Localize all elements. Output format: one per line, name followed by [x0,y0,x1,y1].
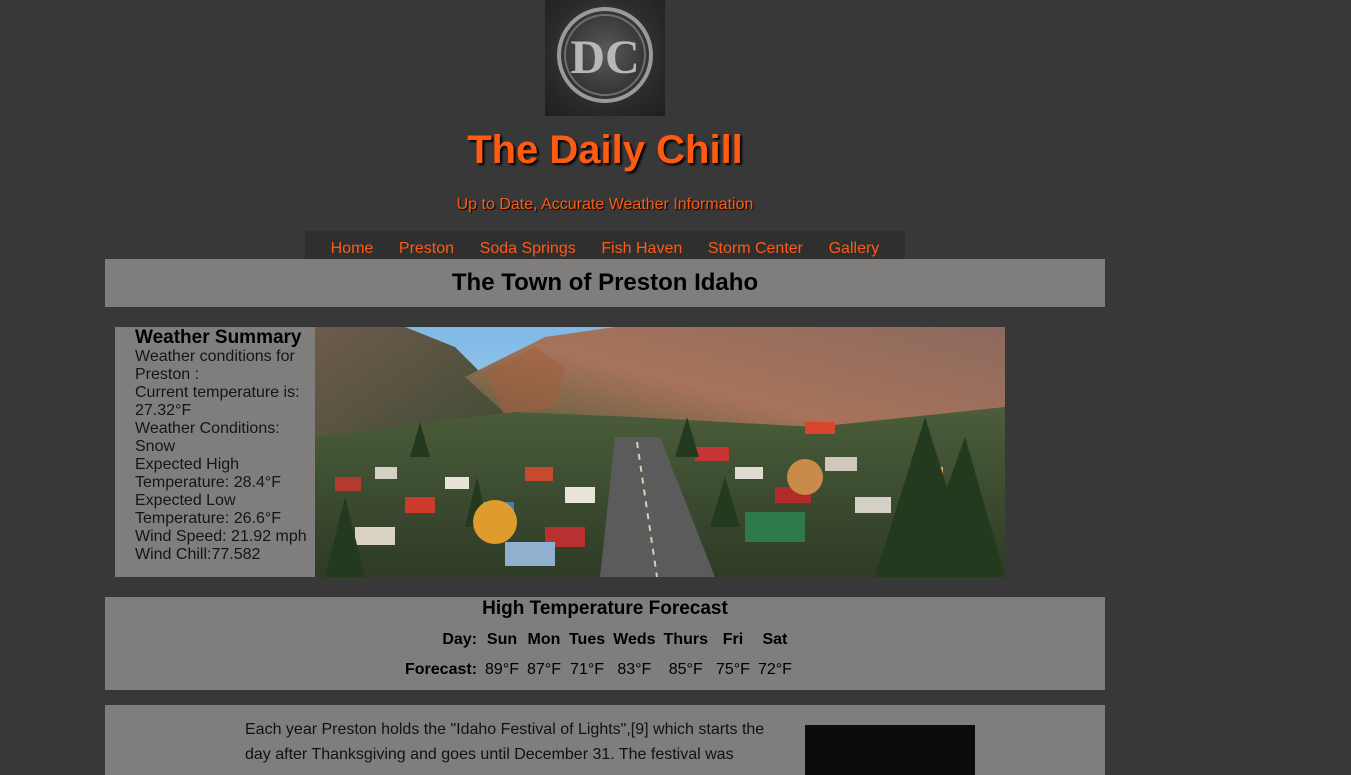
festival-image [805,725,975,775]
summary-line: Weather Conditions: Snow [135,420,280,455]
forecast-day: Tues [568,631,606,648]
summary-line: Weather conditions for Preston : [135,348,295,383]
forecast-label: Forecast: [405,661,478,678]
forecast-day: Mon [527,631,561,648]
nav-gallery[interactable]: Gallery [829,240,880,259]
forecast-temp: 83°F [617,661,652,678]
town-photo [315,327,1005,577]
forecast-temp: 89°F [485,661,519,678]
forecast-day: Weds [613,631,656,648]
logo-lettering: DC [570,31,639,84]
nav-fish-haven[interactable]: Fish Haven [601,240,682,259]
nav-home[interactable]: Home [331,240,374,259]
forecast-day: Sun [486,631,518,648]
site-title: The Daily Chill [467,128,743,172]
summary-line: Expected High Temperature: 28.4°F [135,456,282,491]
article-section: Each year Preston holds the "Idaho Festi… [105,705,1105,775]
forecast-day: Sat [762,631,788,648]
forecast-temp: 75°F [715,661,750,678]
forecast-panel: High Temperature Forecast Day: Sun Mon T… [105,597,1105,690]
main-nav: Home Preston Soda Springs Fish Haven Sto… [305,231,905,259]
forecast-title: High Temperature Forecast [482,598,728,619]
forecast-temps-row: Forecast: 89°F 87°F 71°F 83°F 85°F 75°F … [403,655,794,685]
article-text: Each year Preston holds the "Idaho Festi… [245,721,765,763]
forecast-temp: 71°F [570,661,605,678]
summary-line: Wind Chill:77.582 [135,546,261,563]
day-label: Day: [442,631,478,648]
nav-storm-center[interactable]: Storm Center [708,240,803,259]
weather-summary-title: Weather Summary [135,327,302,348]
summary-line: Wind Speed: 21.92 mph [135,528,307,545]
forecast-days-row: Day: Sun Mon Tues Weds Thurs Fri Sat [403,625,794,655]
forecast-temp: 85°F [668,661,703,678]
forecast-temp: 87°F [527,661,561,678]
weather-summary-panel: Weather Summary Weather conditions for P… [115,327,315,577]
forecast-day: Thurs [663,631,708,648]
site-logo[interactable]: DC [545,0,665,116]
forecast-table: Day: Sun Mon Tues Weds Thurs Fri Sat For… [399,625,798,685]
summary-line: Current temperature is: 27.32°F [135,384,300,419]
nav-soda-springs[interactable]: Soda Springs [480,240,576,259]
dc-logo-icon: DC [557,7,653,103]
forecast-day: Fri [722,631,744,648]
nav-preston[interactable]: Preston [399,240,454,259]
forecast-temp: 72°F [757,661,792,678]
page-heading: The Town of Preston Idaho [105,259,1105,307]
summary-line: Expected Low Temperature: 26.6°F [135,492,282,527]
site-tagline: Up to Date, Accurate Weather Information [456,196,754,213]
